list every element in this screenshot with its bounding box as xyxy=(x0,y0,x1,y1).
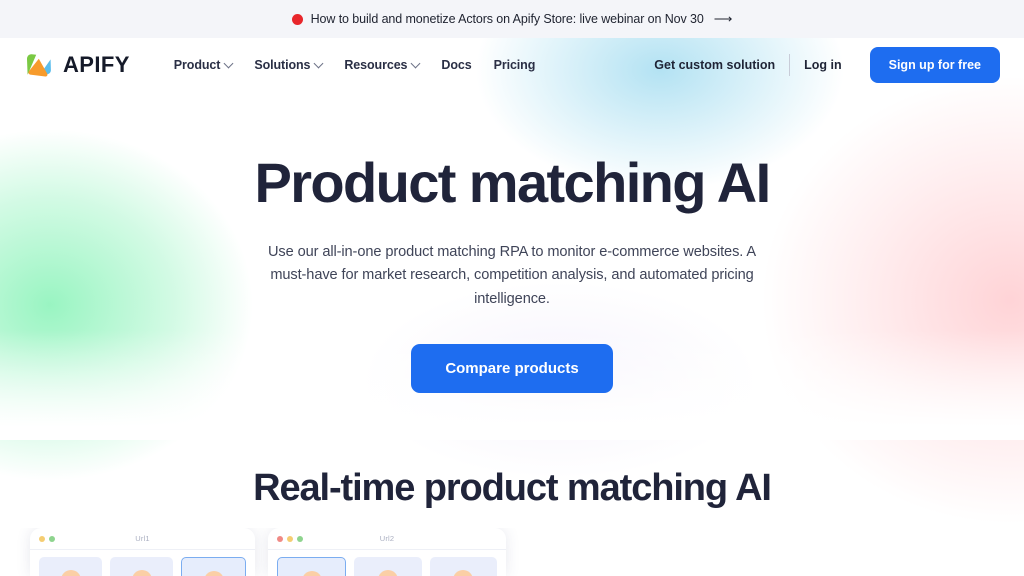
red-dot-icon xyxy=(291,13,303,25)
hero-subtitle: Use our all-in-one product matching RPA … xyxy=(267,243,757,308)
mock-window-url2[interactable]: Url2 xyxy=(268,528,506,576)
nav-item-docs[interactable]: Docs xyxy=(441,58,471,72)
nav-item-product[interactable]: Product xyxy=(173,58,234,72)
product-tile[interactable] xyxy=(110,557,173,576)
nav-links: Product Solutions Resources Docs Pricing xyxy=(173,58,536,72)
announcement-banner[interactable]: How to build and monetize Actors on Apif… xyxy=(0,0,1024,38)
mock-window-titlebar: Url2 xyxy=(268,528,506,550)
product-tile-selected[interactable] xyxy=(181,557,246,576)
mock-window-title: Url2 xyxy=(379,534,395,543)
logo-link[interactable]: APIFY xyxy=(24,50,130,80)
hero-title: Product matching AI xyxy=(254,151,771,214)
mock-window-body xyxy=(268,550,506,576)
page-root: How to build and monetize Actors on Apif… xyxy=(0,0,1024,576)
product-image-placeholder-icon xyxy=(377,570,398,576)
mock-window-body xyxy=(30,550,255,576)
chevron-down-icon xyxy=(410,58,421,68)
compare-products-button[interactable]: Compare products xyxy=(411,343,613,393)
get-custom-solution-link[interactable]: Get custom solution xyxy=(640,58,789,72)
realtime-section: Real-time product matching AI xyxy=(0,467,1024,510)
chevron-down-icon xyxy=(223,58,234,68)
product-tile-selected[interactable] xyxy=(277,557,347,576)
log-in-link[interactable]: Log in xyxy=(790,58,856,72)
nav-item-resources[interactable]: Resources xyxy=(344,58,421,72)
product-tile[interactable] xyxy=(429,557,497,576)
nav-item-resources-label: Resources xyxy=(344,58,408,72)
navbar: APIFY Product Solutions Resources Docs P… xyxy=(0,38,1024,92)
mock-window-url1[interactable]: Url1 xyxy=(30,528,255,576)
product-tile[interactable] xyxy=(39,557,102,576)
mock-window-titlebar: Url1 xyxy=(30,528,255,550)
sign-up-button[interactable]: Sign up for free xyxy=(869,47,1000,83)
chevron-down-icon xyxy=(313,58,324,68)
arrow-right-icon: ⟶ xyxy=(713,11,733,26)
apify-logo-icon xyxy=(24,50,54,80)
realtime-section-title: Real-time product matching AI xyxy=(253,466,772,509)
product-image-placeholder-icon xyxy=(131,570,152,576)
hero-section: Product matching AI Use our all-in-one p… xyxy=(0,92,1024,393)
nav-item-pricing[interactable]: Pricing xyxy=(494,58,536,72)
announcement-banner-text: How to build and monetize Actors on Apif… xyxy=(310,12,704,26)
mock-windows: Url1 Url2 xyxy=(0,528,1024,576)
product-tile[interactable] xyxy=(354,557,422,576)
product-image-placeholder-icon xyxy=(301,571,322,576)
nav-item-solutions-label: Solutions xyxy=(254,58,311,72)
product-image-placeholder-icon xyxy=(60,570,81,576)
logo-wordmark: APIFY xyxy=(63,52,130,77)
nav-item-solutions[interactable]: Solutions xyxy=(254,58,324,72)
navbar-actions: Get custom solution Log in Sign up for f… xyxy=(640,47,1000,83)
nav-item-docs-label: Docs xyxy=(441,58,472,72)
announcement-banner-inner: How to build and monetize Actors on Apif… xyxy=(291,11,733,27)
mock-window-title: Url1 xyxy=(135,534,150,543)
nav-item-pricing-label: Pricing xyxy=(493,58,536,72)
nav-item-product-label: Product xyxy=(173,58,221,72)
product-image-placeholder-icon xyxy=(453,570,474,576)
product-image-placeholder-icon xyxy=(203,571,224,576)
